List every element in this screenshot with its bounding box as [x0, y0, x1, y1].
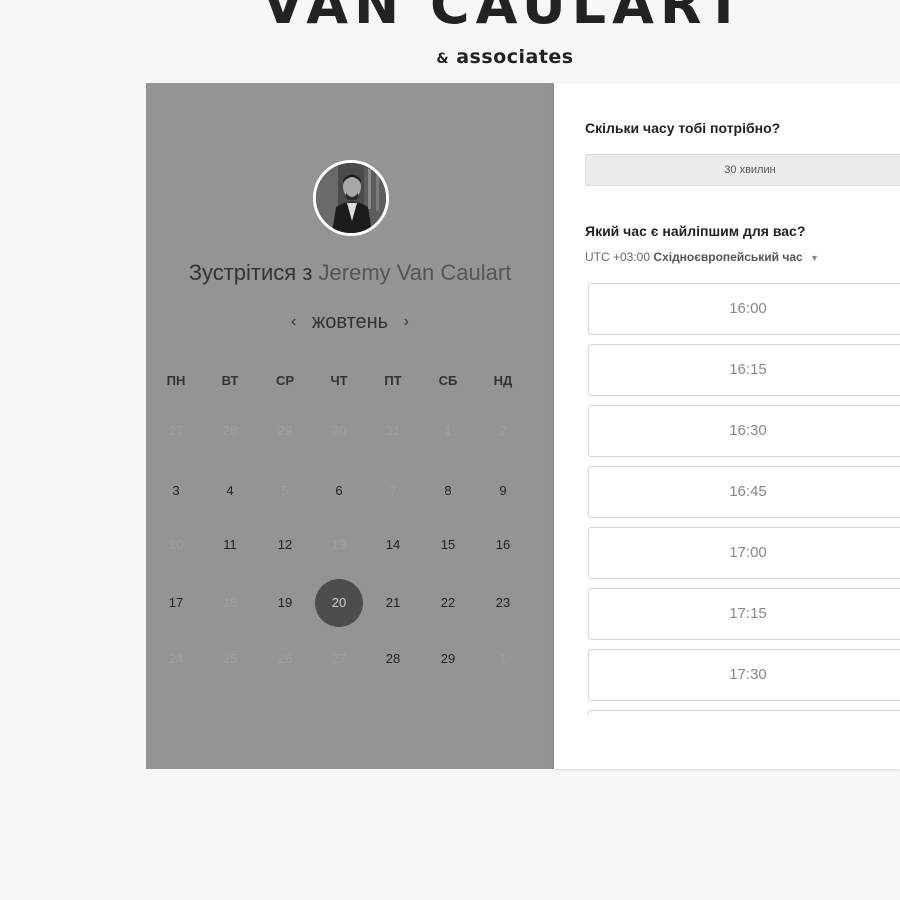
- calendar-day[interactable]: 14: [366, 536, 420, 554]
- calendar-day: 31: [385, 423, 401, 438]
- calendar-day: 7: [389, 483, 397, 498]
- calendar-day[interactable]: 11: [203, 536, 257, 554]
- calendar-day[interactable]: 9: [476, 482, 530, 500]
- calendar-day[interactable]: 29: [421, 650, 475, 668]
- time-slot[interactable]: 16:00: [588, 283, 900, 335]
- calendar-day: 26: [277, 651, 293, 666]
- time-slot[interactable]: 17:15: [588, 588, 900, 640]
- host-avatar: [313, 160, 389, 236]
- calendar-day: 5: [281, 483, 289, 498]
- calendar-day: 18: [222, 595, 238, 610]
- month-label: жовтень: [311, 311, 389, 333]
- duration-question: Скільки часу тобі потрібно?: [585, 120, 781, 136]
- calendar-day: 2: [499, 423, 507, 438]
- chevron-left-icon[interactable]: ‹: [281, 313, 306, 331]
- weekday-header: СР: [275, 373, 295, 388]
- calendar-day: 27: [168, 423, 184, 438]
- calendar-day[interactable]: 16: [476, 536, 530, 554]
- calendar-day[interactable]: 12: [258, 536, 312, 554]
- month-navigation: ‹ жовтень ›: [146, 311, 554, 334]
- calendar-day[interactable]: 21: [366, 594, 420, 612]
- weekday-header: НД: [493, 373, 513, 388]
- weekday-header: СБ: [438, 373, 458, 388]
- time-slot[interactable]: 16:30: [588, 405, 900, 457]
- weekday-header: ПН: [166, 373, 186, 388]
- duration-selector[interactable]: 30 хвилин: [585, 154, 900, 186]
- calendar-day[interactable]: 15: [421, 536, 475, 554]
- time-question: Який час є найліпшим для вас?: [585, 223, 806, 239]
- calendar-day[interactable]: 23: [476, 594, 530, 612]
- time-slot[interactable]: 17:30: [588, 649, 900, 701]
- chevron-right-icon[interactable]: ›: [394, 313, 419, 331]
- time-slot[interactable]: [588, 710, 900, 715]
- brand-title: VAN CAULART: [262, 0, 748, 36]
- meeting-prefix: Зустрітися з: [188, 260, 313, 285]
- calendar-day: 1: [499, 651, 507, 666]
- brand-ampersand: &: [436, 51, 450, 67]
- timezone-selector[interactable]: UTC +03:00 Східноєвропейський час ▼: [585, 250, 819, 264]
- calendar-day: 25: [222, 651, 238, 666]
- weekday-header: ПТ: [384, 373, 402, 388]
- calendar-day: 30: [331, 423, 347, 438]
- host-name: Jeremy Van Caulart: [318, 260, 512, 285]
- time-slot-list[interactable]: 16:00 16:15 16:30 16:45 17:00 17:15 17:30: [588, 283, 900, 715]
- booking-panel: Скільки часу тобі потрібно? 30 хвилин Як…: [554, 83, 900, 769]
- calendar-day: 13: [331, 537, 347, 552]
- calendar-day[interactable]: 8: [421, 482, 475, 500]
- calendar-day[interactable]: 4: [203, 482, 257, 500]
- time-slot[interactable]: 17:00: [588, 527, 900, 579]
- calendar-panel: Зустрітися з Jeremy Van Caulart ‹ жовтен…: [146, 83, 554, 769]
- calendar-day[interactable]: 17: [149, 594, 203, 612]
- calendar-day: 27: [331, 651, 347, 666]
- calendar-day[interactable]: 22: [421, 594, 475, 612]
- meeting-title: Зустрітися з Jeremy Van Caulart: [146, 260, 554, 286]
- brand-subtitle: & associates: [0, 46, 900, 68]
- calendar-day-selected[interactable]: 20: [312, 594, 366, 612]
- timezone-name: Східноєвропейський час: [653, 250, 803, 264]
- timezone-offset: UTC +03:00: [585, 250, 651, 264]
- calendar-day: 24: [168, 651, 184, 666]
- calendar-day: 28: [222, 423, 238, 438]
- calendar-day: 29: [277, 423, 293, 438]
- profile-photo-icon: [316, 163, 386, 233]
- time-slot[interactable]: 16:15: [588, 344, 900, 396]
- calendar-day: 10: [168, 537, 184, 552]
- calendar-day[interactable]: 3: [149, 482, 203, 500]
- weekday-header: ЧТ: [330, 373, 348, 388]
- calendar-day[interactable]: 6: [312, 482, 366, 500]
- calendar-day[interactable]: 19: [258, 594, 312, 612]
- time-slot[interactable]: 16:45: [588, 466, 900, 518]
- brand-subtitle-text: associates: [456, 46, 574, 68]
- calendar-day[interactable]: 28: [366, 650, 420, 668]
- weekday-header: ВТ: [221, 373, 239, 388]
- caret-down-icon: ▼: [810, 253, 819, 263]
- calendar-day: 1: [444, 423, 452, 438]
